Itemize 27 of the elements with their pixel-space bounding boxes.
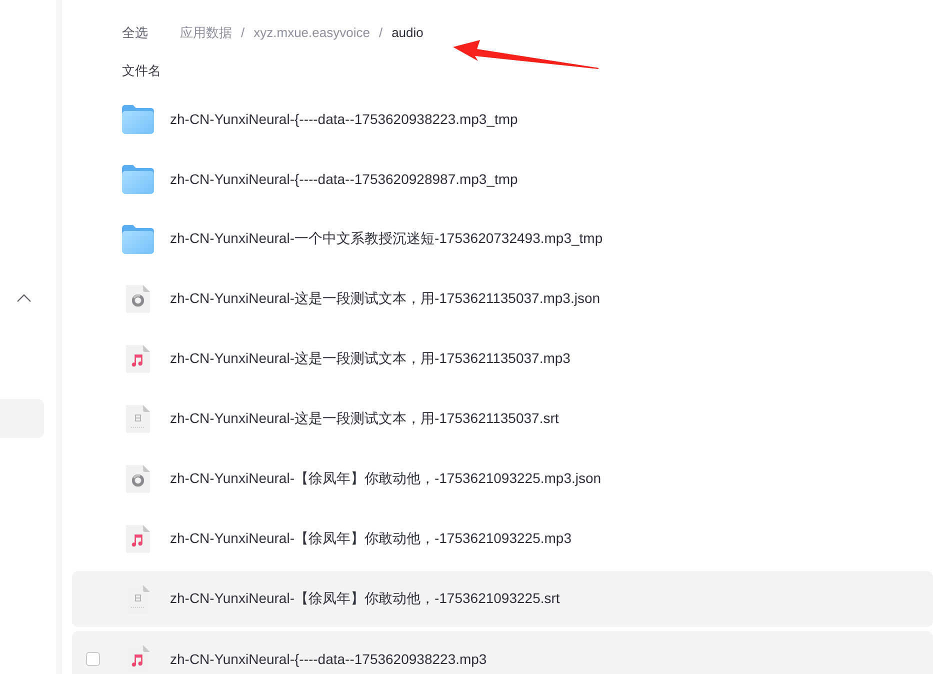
file-row[interactable]: zh-CN-YunxiNeural-{----data--1753620938223.mp3 [72, 631, 933, 674]
chevron-up-icon[interactable] [17, 294, 31, 302]
file-name: zh-CN-YunxiNeural-【徐凤年】你敢动他，-1753621093225.mp3 [170, 530, 572, 548]
file-name: zh-CN-YunxiNeural-{----data--1753620938223.mp3 [170, 651, 487, 667]
breadcrumb-separator: / [241, 24, 245, 42]
file-row[interactable]: zh-CN-YunxiNeural-【徐凤年】你敢动他，-1753621093225.srt [72, 571, 933, 627]
breadcrumb-item[interactable]: audio [392, 22, 424, 44]
column-header: 文件名 [122, 62, 161, 80]
file-name: zh-CN-YunxiNeural-【徐凤年】你敢动他，-1753621093225.mp3.json [170, 470, 602, 488]
file-name: zh-CN-YunxiNeural-这是一段测试文本，用-1753621135037.srt [170, 410, 559, 428]
folder-icon [122, 164, 154, 194]
file-ring-icon [126, 285, 150, 313]
folder-icon [122, 104, 154, 134]
text-file-icon [126, 405, 150, 433]
music-file-icon [126, 345, 150, 373]
music-file-icon [126, 525, 150, 553]
select-all-link[interactable]: 全选 [122, 22, 148, 44]
file-name: zh-CN-YunxiNeural-{----data--1753620938223.mp3_tmp [170, 111, 518, 127]
breadcrumb-separator: / [378, 24, 383, 42]
folder-icon [122, 224, 154, 254]
row-checkbox[interactable] [86, 652, 100, 666]
file-name: zh-CN-YunxiNeural-这是一段测试文本，用-1753621135037.mp3.json [170, 290, 600, 308]
file-name: zh-CN-YunxiNeural-{----data--1753620928987.mp3_tmp [170, 171, 518, 187]
file-name: zh-CN-YunxiNeural-一个中文系教授沉迷短-1753620732493.mp3_tmp [170, 230, 603, 248]
file-ring-icon [126, 465, 150, 493]
file-name: zh-CN-YunxiNeural-这是一段测试文本，用-1753621135037.mp3 [170, 350, 570, 368]
file-name: zh-CN-YunxiNeural-【徐凤年】你敢动他，-1753621093225.srt [170, 590, 560, 608]
